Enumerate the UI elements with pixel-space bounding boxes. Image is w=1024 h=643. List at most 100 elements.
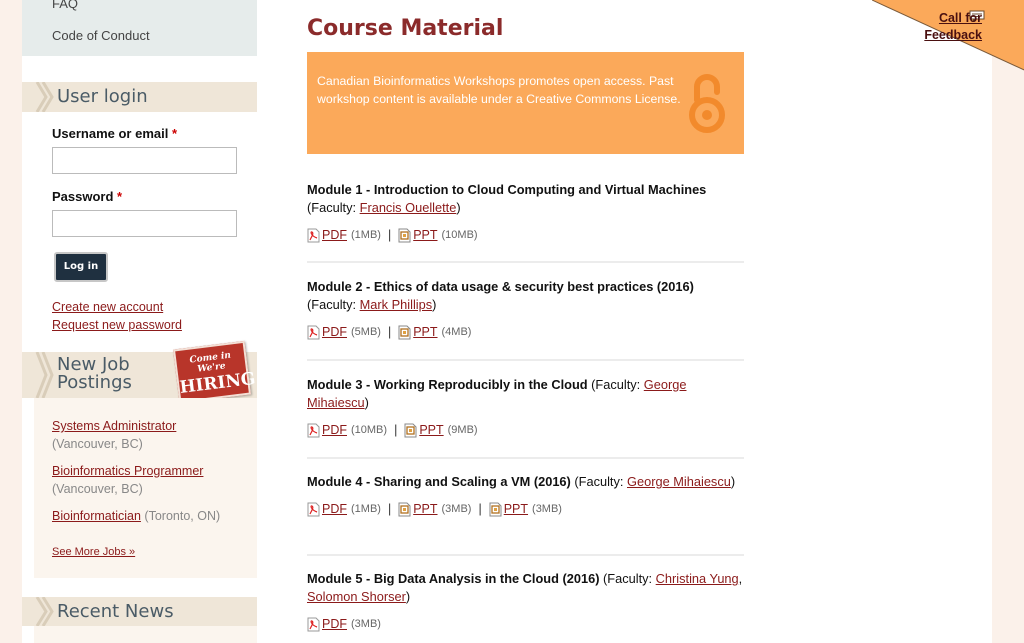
file-size: (1MB)	[351, 503, 381, 515]
module-title: Module 3 - Working Reproducibly in the C…	[307, 377, 588, 392]
pdf-file-icon	[307, 423, 320, 437]
login-button[interactable]: Log in	[54, 252, 108, 282]
file-separator: |	[478, 502, 482, 516]
job-item: Bioinformatician (Toronto, ON)	[52, 509, 220, 523]
feedback-link-line1[interactable]: Call for	[939, 11, 982, 25]
ppt-download-link[interactable]: PPT	[413, 228, 437, 242]
menu-item-faq[interactable]: FAQ	[52, 0, 78, 11]
ppt-file-icon	[398, 325, 411, 339]
password-label-text: Password	[52, 189, 114, 204]
job-postings-title-line2: Postings	[57, 372, 132, 393]
chevron-right-icon	[35, 597, 54, 626]
faculty-link[interactable]: Solomon Shorser	[307, 589, 406, 604]
menu-item-code-of-conduct[interactable]: Code of Conduct	[52, 28, 150, 43]
file-size: (4MB)	[441, 326, 472, 338]
module-title: Module 4 - Sharing and Scaling a VM (201…	[307, 474, 571, 489]
pdf-download-link[interactable]: PDF	[322, 617, 347, 631]
faculty-link[interactable]: George Mihaiescu	[627, 474, 731, 489]
pdf-download-link[interactable]: PDF	[322, 228, 347, 242]
create-account-link[interactable]: Create new account	[52, 300, 163, 314]
chevron-right-icon	[35, 82, 54, 112]
file-link[interactable]: PDF (1MB)	[307, 228, 381, 243]
file-link[interactable]: PPT (3MB)	[398, 502, 471, 517]
file-separator: |	[387, 228, 392, 242]
ppt-file-icon	[398, 502, 411, 516]
username-label-text: Username or email	[52, 126, 169, 141]
recent-news-list	[34, 626, 257, 643]
ppt-download-link[interactable]: PPT	[413, 325, 437, 339]
file-separator: |	[387, 502, 392, 516]
module-heading: Module 4 - Sharing and Scaling a VM (201…	[307, 473, 744, 491]
user-login-title: User login	[57, 86, 148, 107]
job-link[interactable]: Bioinformatician	[52, 509, 141, 523]
file-size: (3MB)	[441, 503, 472, 515]
password-input[interactable]	[52, 210, 237, 237]
faculty-suffix: )	[405, 589, 411, 604]
module-files: PDF (1MB) | PPT (3MB) | PPT (3MB)	[307, 500, 744, 518]
recent-news-block-title: Recent News	[22, 597, 257, 626]
file-link[interactable]: PDF (1MB)	[307, 502, 381, 517]
user-login-block-title: User login	[22, 82, 257, 112]
faculty-prefix: (Faculty:	[574, 474, 627, 489]
ppt-download-link[interactable]: PPT	[413, 502, 437, 516]
file-link[interactable]: PPT (9MB)	[404, 423, 478, 438]
pdf-file-icon	[307, 325, 320, 339]
file-link[interactable]: PPT (3MB)	[489, 502, 562, 517]
course-module: Module 1 - Introduction to Cloud Computi…	[307, 181, 744, 244]
feedback-link-wrap: Call for Feedback	[924, 10, 982, 44]
faculty-prefix: (Faculty:	[591, 377, 644, 392]
module-files: PDF (10MB) | PPT (9MB)	[307, 421, 744, 439]
ppt-download-link[interactable]: PPT	[504, 502, 528, 516]
faculty-suffix: )	[730, 474, 736, 489]
faculty-suffix: )	[456, 200, 461, 215]
chevron-right-icon	[35, 352, 54, 398]
job-link[interactable]: Systems Administrator	[52, 419, 176, 433]
faculty-suffix: )	[432, 297, 437, 312]
module-divider	[307, 359, 744, 361]
module-heading: Module 2 - Ethics of data usage & securi…	[307, 278, 744, 314]
ppt-download-link[interactable]: PPT	[419, 423, 443, 437]
pdf-download-link[interactable]: PDF	[322, 502, 347, 516]
module-files: PDF (3MB)	[307, 615, 744, 633]
open-access-notice: Canadian Bioinformatics Workshops promot…	[307, 52, 744, 154]
file-link[interactable]: PDF (3MB)	[307, 617, 381, 632]
module-divider	[307, 261, 744, 263]
module-title: Module 1 - Introduction to Cloud Computi…	[307, 182, 707, 197]
sidebar: FAQ Code of Conduct User login Username …	[22, 0, 257, 643]
file-link[interactable]: PDF (5MB)	[307, 325, 381, 340]
module-divider	[307, 457, 744, 459]
job-link[interactable]: Bioinformatics Programmer	[52, 464, 203, 478]
pdf-file-icon	[307, 617, 320, 631]
file-size: (1MB)	[351, 229, 381, 241]
see-more-jobs-link[interactable]: See More Jobs »	[52, 546, 135, 558]
module-heading: Module 5 - Big Data Analysis in the Clou…	[307, 570, 744, 606]
file-link[interactable]: PPT (10MB)	[398, 228, 478, 243]
module-files: PDF (5MB) | PPT (4MB)	[307, 323, 744, 341]
file-size: (5MB)	[351, 326, 381, 338]
module-title: Module 2 - Ethics of data usage & securi…	[307, 279, 694, 294]
faculty-link[interactable]: Christina Yung	[656, 571, 739, 586]
file-size: (3MB)	[351, 618, 381, 630]
request-password-link[interactable]: Request new password	[52, 318, 182, 332]
course-module: Module 4 - Sharing and Scaling a VM (201…	[307, 473, 744, 518]
feedback-link-line2[interactable]: Feedback	[924, 28, 982, 42]
faculty-link[interactable]: Francis Ouellette	[360, 200, 457, 215]
required-marker: *	[171, 126, 178, 141]
file-link[interactable]: PDF (10MB)	[307, 423, 387, 438]
faculty-prefix: (Faculty:	[603, 571, 656, 586]
file-size: (10MB)	[441, 229, 478, 241]
pdf-download-link[interactable]: PDF	[322, 423, 347, 437]
username-input[interactable]	[52, 147, 237, 174]
required-marker: *	[117, 189, 123, 204]
course-module: Module 2 - Ethics of data usage & securi…	[307, 278, 744, 341]
ppt-file-icon	[398, 228, 411, 242]
file-link[interactable]: PPT (4MB)	[398, 325, 471, 340]
faculty-suffix: )	[364, 395, 369, 410]
course-module: Module 5 - Big Data Analysis in the Clou…	[307, 570, 744, 633]
pdf-download-link[interactable]: PDF	[322, 325, 347, 339]
faculty-link[interactable]: Mark Phillips	[360, 297, 433, 312]
pdf-file-icon	[307, 502, 320, 516]
module-files: PDF (1MB) | PPT (10MB)	[307, 226, 744, 244]
open-access-icon	[689, 74, 725, 133]
faculty-prefix: (Faculty:	[307, 200, 360, 215]
